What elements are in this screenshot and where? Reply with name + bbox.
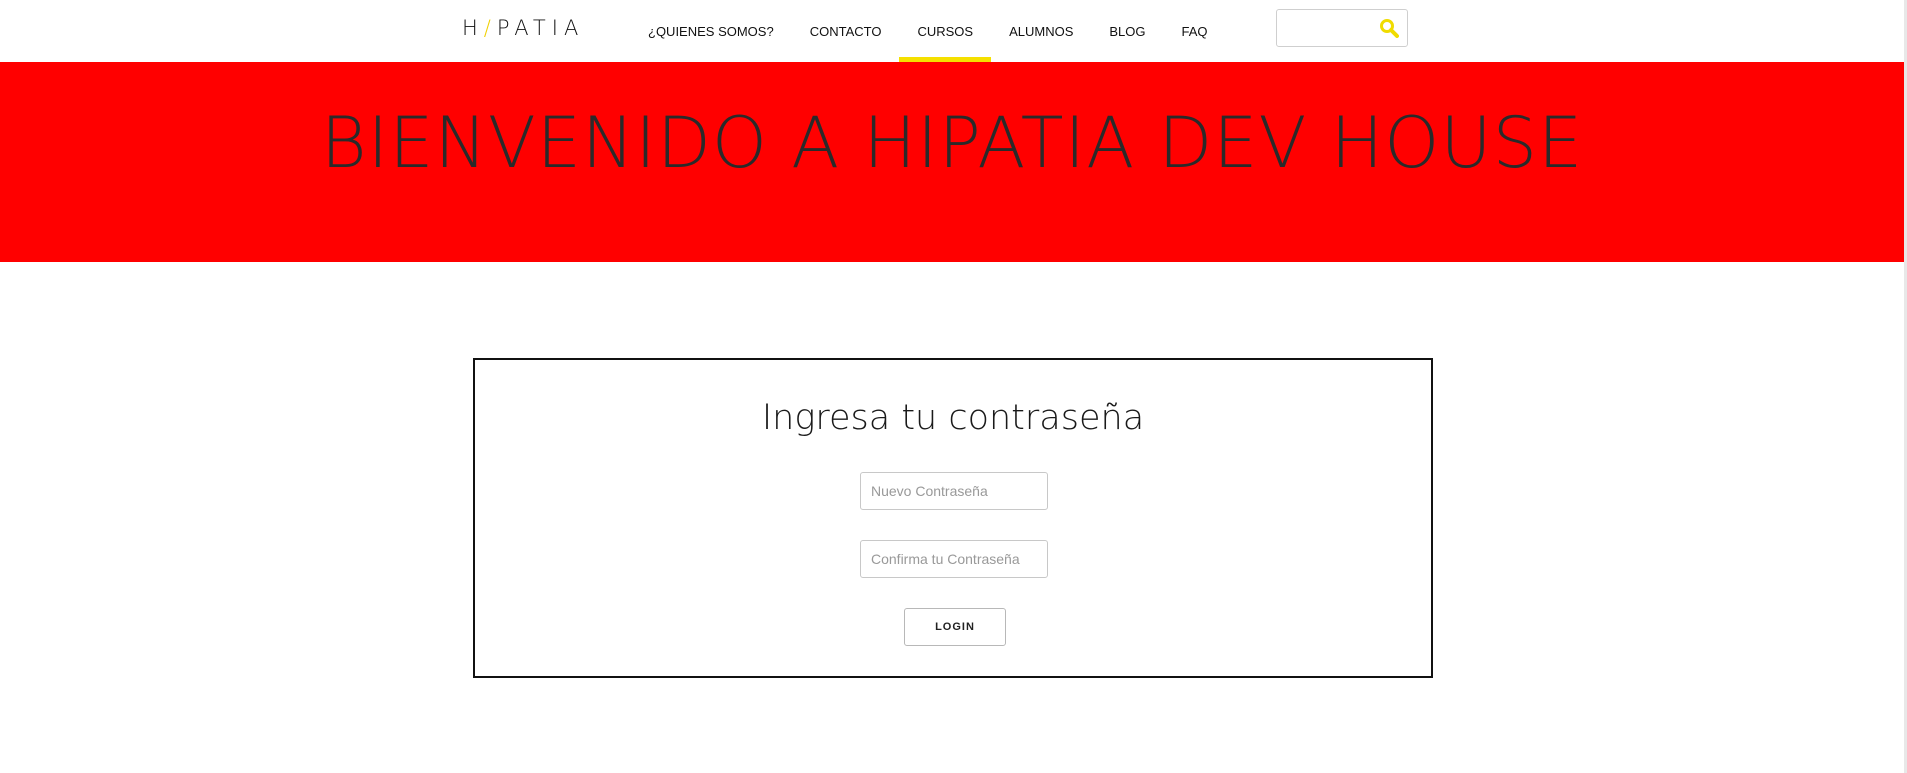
logo-letters: PATIA [496, 16, 585, 40]
hero-banner: BIENVENIDO A HIPATIA DEV HOUSE [0, 62, 1904, 262]
search-input[interactable] [1283, 18, 1379, 38]
page: H/PATIA ¿QUIENES SOMOS? CONTACTO CURSOS … [0, 0, 1907, 773]
login-button[interactable]: LOGIN [904, 608, 1006, 646]
new-password-field[interactable] [860, 472, 1048, 510]
logo-letter-h: H [462, 16, 484, 40]
search-box [1276, 9, 1408, 47]
site-header: H/PATIA ¿QUIENES SOMOS? CONTACTO CURSOS … [0, 0, 1904, 62]
nav-item-blog[interactable]: BLOG [1091, 0, 1163, 62]
nav-item-faq[interactable]: FAQ [1164, 0, 1226, 62]
login-card: Ingresa tu contraseña LOGIN [473, 358, 1433, 678]
main-nav: ¿QUIENES SOMOS? CONTACTO CURSOS ALUMNOS … [630, 0, 1226, 62]
confirm-password-field[interactable] [860, 540, 1048, 578]
nav-item-alumnos[interactable]: ALUMNOS [991, 0, 1091, 62]
search-icon[interactable] [1379, 18, 1399, 38]
nav-item-quienes-somos[interactable]: ¿QUIENES SOMOS? [630, 0, 792, 62]
nav-item-contacto[interactable]: CONTACTO [792, 0, 900, 62]
nav-item-cursos[interactable]: CURSOS [899, 0, 991, 62]
hipatia-logo[interactable]: H/PATIA [462, 16, 584, 40]
login-card-title: Ingresa tu contraseña [761, 398, 1145, 438]
hero-title: BIENVENIDO A HIPATIA DEV HOUSE [320, 102, 1584, 184]
logo-slash: / [483, 16, 497, 40]
